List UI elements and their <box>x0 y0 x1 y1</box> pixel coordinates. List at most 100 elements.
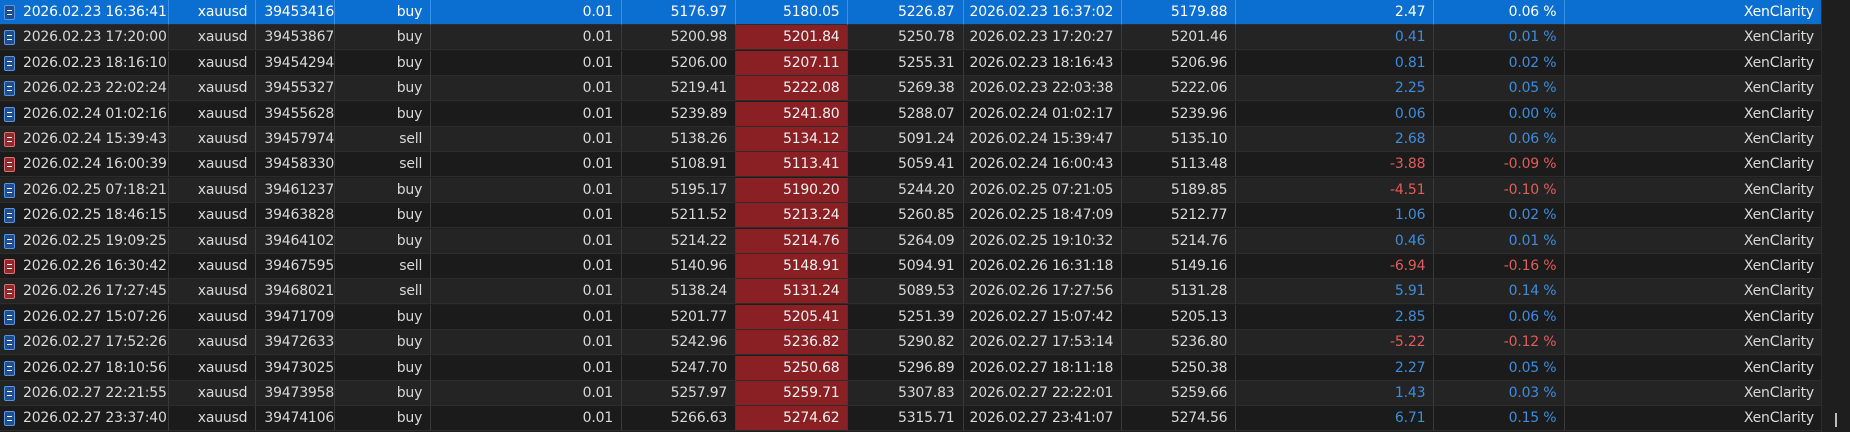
open-time-text: 2026.02.23 18:16:10 <box>23 55 167 71</box>
table-row[interactable]: 2026.02.25 19:09:25 xauusd 3946410214 buy 0.… <box>0 229 1822 254</box>
ticket-cell: 3947302542 <box>256 356 335 381</box>
open-time-text: 2026.02.27 22:21:55 <box>23 385 167 401</box>
close-time-cell: 2026.02.26 16:31:18 <box>963 254 1123 279</box>
profit-percent-text: -0.12 % <box>1503 334 1557 350</box>
table-row[interactable]: 2026.02.26 17:27:45 xauusd 3946802121 sell 0… <box>0 279 1822 304</box>
profit-text: 1.43 <box>1394 385 1426 401</box>
ticket-text: 3947410631 <box>264 410 335 426</box>
volume-cell: 0.01 <box>431 51 622 76</box>
symbol-cell: xauusd <box>168 178 257 203</box>
buy-order-icon <box>4 182 15 198</box>
type-cell: buy <box>334 25 432 50</box>
sell-order-icon <box>4 283 15 299</box>
type-text: buy <box>396 410 423 426</box>
open-time-cell: 2026.02.27 15:07:26 <box>0 305 169 330</box>
table-row[interactable]: 2026.02.24 01:02:16 xauusd 3945562895 buy 0.… <box>0 102 1822 127</box>
table-row[interactable]: 2026.02.27 17:52:26 xauusd 3947263355 buy 0.… <box>0 330 1822 355</box>
profit-percent-text: 0.06 % <box>1508 4 1557 20</box>
ticket-text: 3945429441 <box>264 55 335 71</box>
stop-loss-cell: 5241.80 <box>736 102 849 127</box>
table-row[interactable]: 2026.02.23 22:02:24 xauusd 3945532714 buy 0.… <box>0 76 1822 101</box>
close-time-cell: 2026.02.24 01:02:17 <box>963 102 1123 127</box>
take-profit-text: 5296.89 <box>898 360 955 376</box>
type-cell: buy <box>334 330 432 355</box>
close-price-cell: 5214.76 <box>1122 229 1237 254</box>
close-time-text: 2026.02.25 07:21:05 <box>969 182 1114 198</box>
table-row[interactable]: 2026.02.26 16:30:42 xauusd 3946759528 sell 0… <box>0 254 1822 279</box>
comment-text: XenClarity <box>1743 410 1814 426</box>
volume-cell: 0.01 <box>431 305 622 330</box>
table-row[interactable]: 2026.02.24 15:39:43 xauusd 3945797413 sell 0… <box>0 127 1822 152</box>
take-profit-cell: 5307.83 <box>848 381 964 406</box>
table-row[interactable]: 2026.02.27 23:37:40 xauusd 3947410631 buy 0.… <box>0 406 1822 431</box>
take-profit-text: 5288.07 <box>898 106 955 122</box>
comment-text: XenClarity <box>1743 80 1814 96</box>
ticket-text: 3947170953 <box>264 309 335 325</box>
take-profit-text: 5094.91 <box>898 258 955 274</box>
type-cell: sell <box>334 254 432 279</box>
close-price-text: 5189.85 <box>1170 182 1228 198</box>
open-price-text: 5211.52 <box>670 207 728 223</box>
type-cell: buy <box>334 203 432 228</box>
type-text: sell <box>399 131 423 147</box>
table-row[interactable]: 2026.02.23 16:36:41 xauusd 3945341619 buy 0.… <box>0 0 1822 25</box>
profit-text: -5.22 <box>1390 334 1426 350</box>
close-price-text: 5179.88 <box>1170 4 1228 20</box>
profit-percent-text: -0.09 % <box>1503 156 1557 172</box>
comment-cell: XenClarity <box>1565 127 1822 152</box>
ticket-text: 3946410214 <box>264 233 335 249</box>
table-row[interactable]: 2026.02.23 18:16:10 xauusd 3945429441 buy 0.… <box>0 51 1822 76</box>
table-row[interactable]: 2026.02.27 22:21:55 xauusd 3947395820 buy 0.… <box>0 381 1822 406</box>
comment-cell: XenClarity <box>1565 102 1822 127</box>
close-price-text: 5250.38 <box>1170 360 1228 376</box>
volume-text: 0.01 <box>582 156 614 172</box>
comment-text: XenClarity <box>1743 309 1814 325</box>
ticket-cell: 3945341619 <box>256 0 335 25</box>
comment-text: XenClarity <box>1743 283 1814 299</box>
profit-cell: 0.41 <box>1236 25 1435 50</box>
table-row[interactable]: 2026.02.25 18:46:15 xauusd 3946382847 buy 0.… <box>0 203 1822 228</box>
open-time-cell: 2026.02.23 16:36:41 <box>0 0 169 25</box>
volume-text: 0.01 <box>582 410 614 426</box>
take-profit-cell: 5269.38 <box>848 76 964 101</box>
comment-cell: XenClarity <box>1565 356 1822 381</box>
vertical-scrollbar[interactable] <box>1821 0 1850 432</box>
close-price-cell: 5131.28 <box>1122 279 1237 304</box>
ticket-cell: 3945562895 <box>256 102 335 127</box>
profit-cell: -4.51 <box>1236 178 1435 203</box>
symbol-text: xauusd <box>197 4 248 20</box>
open-price-text: 5257.97 <box>670 385 728 401</box>
profit-percent-text: 0.14 % <box>1508 283 1557 299</box>
profit-text: 2.25 <box>1394 80 1426 96</box>
table-row[interactable]: 2026.02.24 16:00:39 xauusd 3945833000 sell 0… <box>0 152 1822 177</box>
symbol-cell: xauusd <box>168 127 257 152</box>
buy-order-icon <box>4 233 15 249</box>
symbol-text: xauusd <box>197 360 248 376</box>
table-row[interactable]: 2026.02.27 15:07:26 xauusd 3947170953 buy 0.… <box>0 305 1822 330</box>
profit-percent-cell: 0.06 % <box>1434 0 1566 25</box>
close-time-text: 2026.02.25 18:47:09 <box>969 207 1114 223</box>
close-price-text: 5222.06 <box>1170 80 1228 96</box>
table-row[interactable]: 2026.02.23 17:20:00 xauusd 3945386743 buy 0.… <box>0 25 1822 50</box>
close-price-text: 5214.76 <box>1170 233 1228 249</box>
scrollbar-thumb[interactable] <box>1835 413 1837 427</box>
profit-text: 5.91 <box>1394 283 1426 299</box>
comment-text: XenClarity <box>1743 131 1814 147</box>
open-time-text: 2026.02.23 17:20:00 <box>23 29 167 45</box>
type-cell: buy <box>334 406 432 431</box>
open-price-text: 5195.17 <box>670 182 728 198</box>
table-row[interactable]: 2026.02.25 07:18:21 xauusd 3946123798 buy 0.… <box>0 178 1822 203</box>
take-profit-text: 5226.87 <box>898 4 955 20</box>
close-price-text: 5135.10 <box>1170 131 1228 147</box>
ticket-text: 3946802121 <box>264 283 335 299</box>
open-time-cell: 2026.02.23 18:16:10 <box>0 51 169 76</box>
ticket-text: 3945532714 <box>264 80 335 96</box>
volume-text: 0.01 <box>582 55 614 71</box>
comment-text: XenClarity <box>1743 334 1814 350</box>
buy-order-icon <box>4 309 15 325</box>
type-cell: buy <box>334 0 432 25</box>
stop-loss-cell: 5180.05 <box>736 0 849 25</box>
type-text: buy <box>396 360 423 376</box>
table-row[interactable]: 2026.02.27 18:10:56 xauusd 3947302542 buy 0.… <box>0 356 1822 381</box>
open-price-cell: 5211.52 <box>621 203 737 228</box>
